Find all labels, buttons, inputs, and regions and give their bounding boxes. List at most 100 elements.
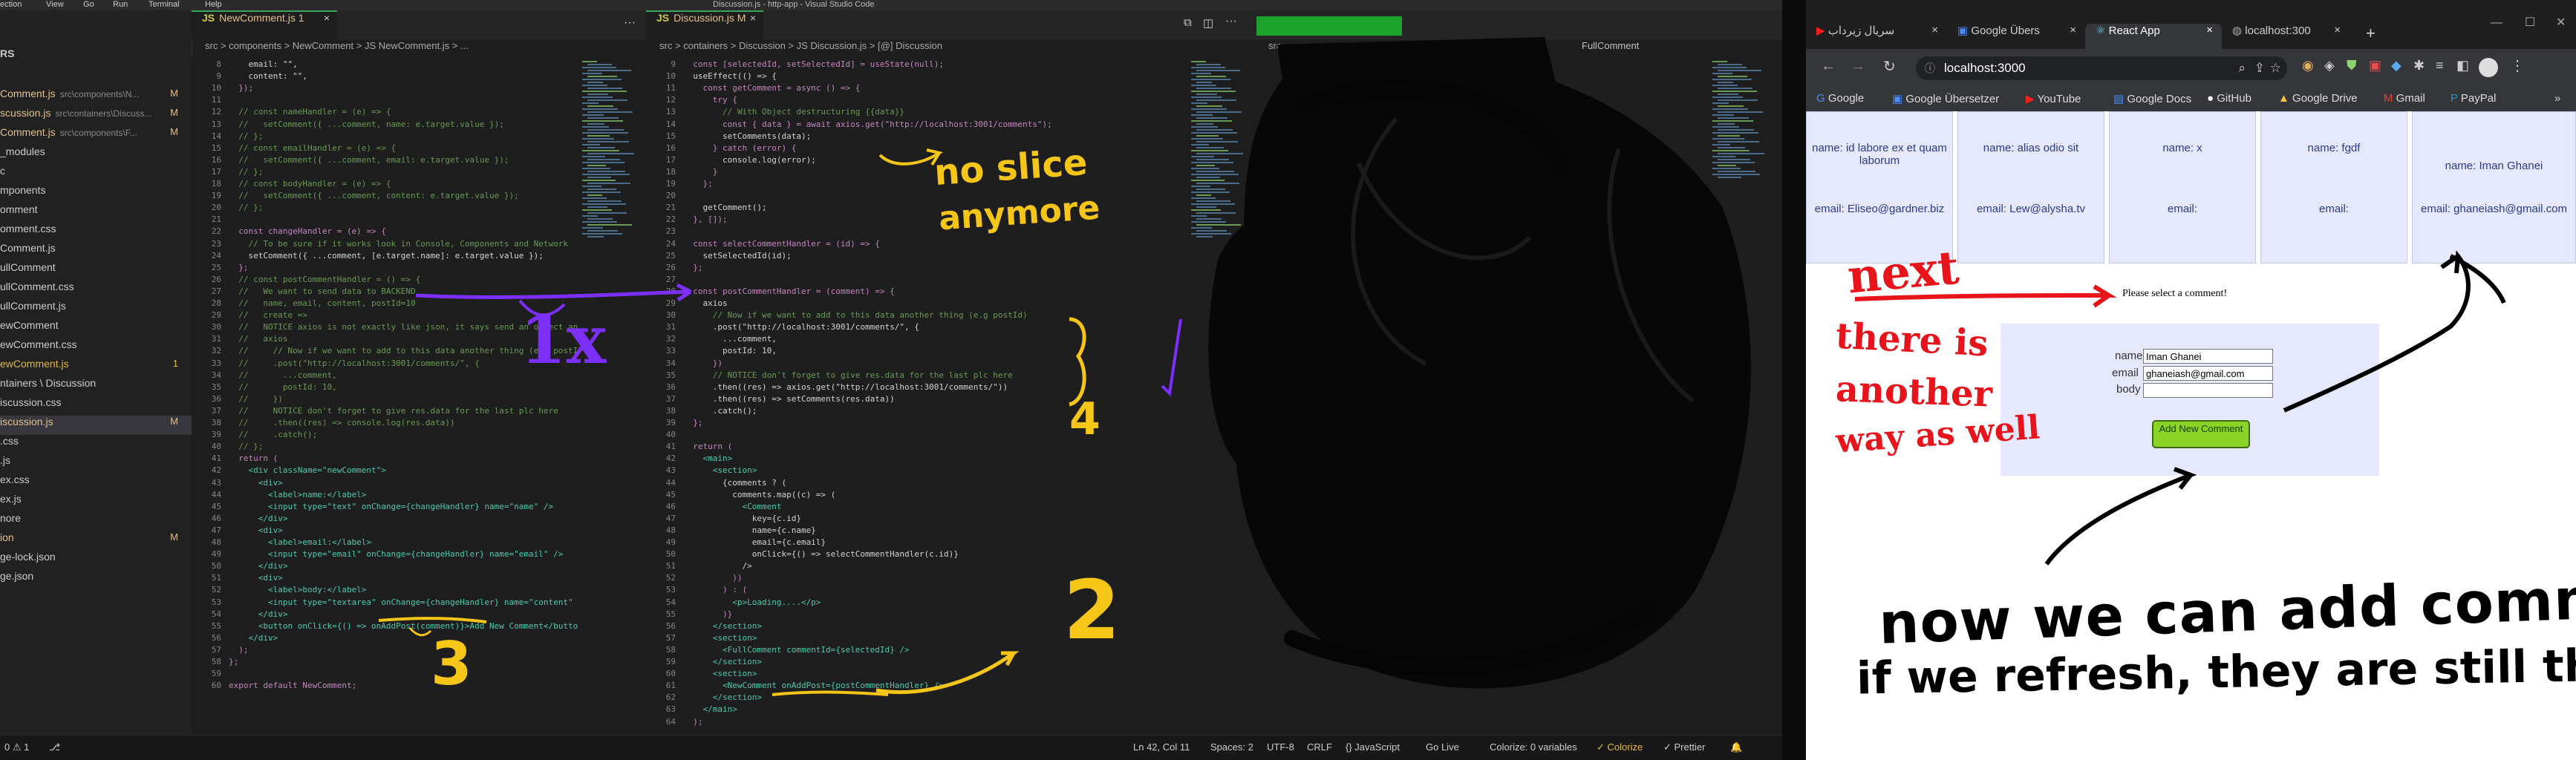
breadcrumb-left[interactable]: src > components > NewComment > JS NewCo… (205, 40, 469, 56)
explorer-item[interactable]: nore (0, 512, 192, 531)
bookmark-youtube[interactable]: ▶ YouTube (2026, 92, 2081, 105)
encoding[interactable]: UTF-8 (1267, 741, 1294, 753)
colorize-status[interactable]: ✓ Colorize (1597, 741, 1643, 753)
explorer-item[interactable]: omment (0, 203, 192, 223)
close-icon[interactable]: × (2070, 24, 2076, 36)
close-icon[interactable]: × (2206, 24, 2213, 36)
comment-card[interactable]: name: fgdf email: (2260, 111, 2407, 263)
tab-youtube[interactable]: ▶ سریال زیرداب × (1806, 24, 1947, 49)
explorer-item[interactable]: ge-lock.json (0, 551, 192, 570)
explorer-item[interactable]: ullComment.js (0, 300, 192, 319)
notifications-bell-icon[interactable]: 🔔 (1730, 741, 1742, 753)
side-panel-icon[interactable]: ◧ (2456, 58, 2469, 73)
problems-indicator[interactable]: 0 ⚠ 1 (4, 741, 29, 753)
back-arrow-icon[interactable]: ← (1821, 58, 1836, 75)
explorer-item[interactable]: scussion.js src\containers\Discuss... M (0, 107, 192, 126)
close-icon[interactable]: × (2334, 24, 2341, 36)
minimize-icon[interactable]: — (2491, 16, 2502, 30)
email-input[interactable]: ghaneiash@gmail.com (2143, 366, 2273, 381)
explorer-item[interactable]: ex.css (0, 474, 192, 493)
explorer-item[interactable]: mponents (0, 184, 192, 203)
explorer-item[interactable]: ewComment.js 1 (0, 358, 192, 377)
menu-item-selection[interactable]: ection (0, 0, 22, 9)
close-icon[interactable]: × (750, 12, 756, 24)
tab-google-translate[interactable]: ▣ Google Überѕ × (1947, 24, 2085, 49)
breadcrumb-middle[interactable]: src > containers > Discussion > JS Discu… (659, 40, 942, 56)
line-ending[interactable]: CRLF (1307, 741, 1332, 753)
tab-newcomment[interactable]: JS NewComment.js 1 × (192, 10, 337, 40)
puzzle-icon[interactable]: ✱ (2413, 58, 2425, 73)
explorer-item[interactable]: iscussion.js M (0, 416, 192, 435)
menu-item-run[interactable]: Run (113, 0, 128, 9)
name-input[interactable]: Iman Ghanei (2143, 349, 2273, 364)
new-tab-button[interactable]: + (2355, 24, 2385, 49)
bookmark-paypal[interactable]: P PayPal (2451, 92, 2496, 105)
explorer-item[interactable]: ewComment.css (0, 338, 192, 358)
explorer-item[interactable]: ge.json (0, 570, 192, 589)
reading-list-icon[interactable]: ≡ (2436, 58, 2444, 73)
go-live-button[interactable]: Go Live (1426, 741, 1459, 753)
bookmark-star-icon[interactable]: ☆ (2270, 56, 2281, 80)
tab-discussion[interactable]: JS Discussion.js M × (646, 10, 763, 40)
chrome-menu-icon[interactable]: ⋮ (2510, 56, 2525, 75)
bookmark-github[interactable]: ● GitHub (2207, 92, 2251, 105)
menu-item-view[interactable]: View (46, 0, 64, 9)
close-icon[interactable]: × (324, 12, 330, 24)
bookmark-google[interactable]: G Google (1816, 92, 1864, 105)
explorer-item[interactable]: omment.css (0, 223, 192, 242)
maximize-icon[interactable]: ☐ (2525, 15, 2535, 30)
explorer-item[interactable]: .css (0, 435, 192, 454)
comment-card[interactable]: name: x email: (2109, 111, 2256, 263)
explorer-item[interactable]: ion M (0, 531, 192, 551)
extension-icon[interactable]: ⛊ (2347, 58, 2357, 73)
explorer-item[interactable]: ullComment (0, 261, 192, 281)
address-bar[interactable]: ⓘ localhost:3000 ⌕ ⇪ ☆ (1916, 56, 2287, 80)
explorer-item[interactable]: ntainers \ Discussion (0, 377, 192, 396)
sync-indicator[interactable]: ⎇ (49, 741, 60, 753)
explorer-item[interactable]: iscussion.css (0, 396, 192, 416)
extension-icon[interactable]: ▣ (2369, 58, 2381, 73)
explorer-item[interactable]: Comment.js src\components\N... M (0, 88, 192, 107)
tab-localhost[interactable]: ◍ localhost:300 × (2222, 24, 2348, 49)
extension-icon[interactable]: ◉ (2302, 58, 2314, 73)
editor-newcomment[interactable]: 8 email: "", 9 content: "", 10 }); 11 12 // … (192, 56, 646, 735)
more-actions-icon[interactable]: ··· (624, 16, 636, 30)
explorer-item[interactable]: Comment.js (0, 242, 192, 261)
add-new-comment-button[interactable]: Add New Comment (2152, 420, 2250, 448)
site-info-icon[interactable]: ⓘ (1925, 56, 1935, 80)
colorize-variables[interactable]: Colorize: 0 variables (1490, 741, 1577, 753)
comment-card[interactable]: name: alias odio sit email: Lew@alysha.t… (1957, 111, 2104, 263)
explorer-item[interactable]: ewComment (0, 319, 192, 338)
cursor-position[interactable]: Ln 42, Col 11 (1133, 741, 1190, 753)
minimap[interactable] (579, 56, 646, 735)
indentation[interactable]: Spaces: 2 (1210, 741, 1253, 753)
share-icon[interactable]: ⇪ (2254, 56, 2265, 80)
menu-item-go[interactable]: Go (83, 0, 94, 9)
more-bookmarks-icon[interactable]: » (2554, 92, 2560, 105)
extension-icon[interactable]: ◈ (2324, 58, 2335, 73)
bookmark-docs[interactable]: ▤ Google Docs (2113, 92, 2191, 105)
explorer-item[interactable]: _modules (0, 145, 192, 165)
body-input[interactable] (2143, 383, 2273, 398)
prettier-status[interactable]: ✓ Prettier (1663, 741, 1705, 753)
reload-icon[interactable]: ↻ (1883, 57, 1896, 76)
explorer-item[interactable]: c (0, 165, 192, 184)
explorer-item[interactable]: ex.js (0, 493, 192, 512)
explorer-item[interactable]: Comment.js src\components\F... M (0, 126, 192, 145)
tab-react-app[interactable]: ⚛ React App × (2085, 24, 2222, 49)
close-icon[interactable]: × (1931, 24, 1938, 36)
comment-card[interactable]: name: id labore ex et quam laborum email… (1806, 111, 1953, 263)
bookmark-drive[interactable]: ▲ Google Drive (2278, 92, 2358, 105)
avatar[interactable] (2479, 58, 2498, 77)
explorer-item[interactable]: ullComment.css (0, 281, 192, 300)
bookmark-gmail[interactable]: M Gmail (2384, 92, 2425, 105)
close-window-icon[interactable]: ✕ (2556, 15, 2566, 30)
language-mode[interactable]: {} JavaScript (1346, 741, 1400, 753)
explorer-item[interactable]: .js (0, 454, 192, 474)
zoom-icon[interactable]: ⌕ (2238, 56, 2246, 80)
menu-item-terminal[interactable]: Terminal (149, 0, 180, 9)
comment-card[interactable]: name: Iman Ghanei email: ghaneiash@gmail… (2412, 111, 2576, 263)
forward-arrow-icon[interactable]: → (1851, 58, 1865, 75)
menu-item-help[interactable]: Help (205, 0, 222, 9)
bookmark-translate[interactable]: ▣ Google Übersetzer (1892, 92, 1999, 105)
